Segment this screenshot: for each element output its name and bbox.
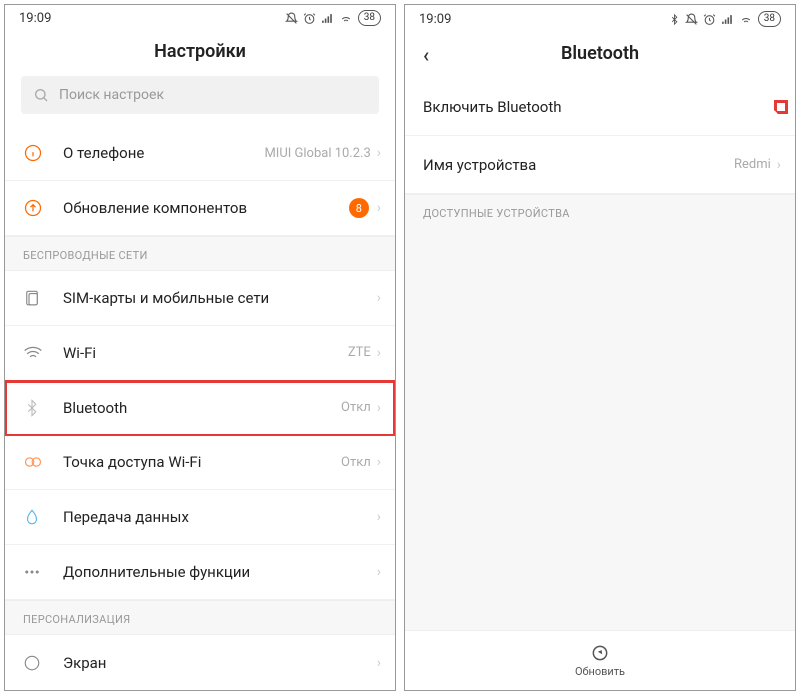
- row-value: ZTE: [348, 345, 371, 360]
- row-updates[interactable]: Обновление компонентов 8 ›: [5, 181, 395, 236]
- info-icon: [23, 143, 63, 163]
- row-enable-bluetooth[interactable]: Включить Bluetooth: [405, 78, 795, 136]
- search-input[interactable]: Поиск настроек: [21, 76, 379, 114]
- wifi-icon: [23, 343, 63, 363]
- row-label: О телефоне: [63, 144, 264, 162]
- chevron-right-icon: ›: [377, 200, 381, 216]
- refresh-label: Обновить: [575, 665, 625, 678]
- status-icons: 38: [285, 10, 381, 26]
- signal-icon: [321, 12, 334, 25]
- more-icon: [23, 563, 63, 581]
- hotspot-icon: [23, 452, 63, 472]
- refresh-icon: [590, 643, 610, 663]
- update-icon: [23, 198, 63, 218]
- wifi-icon: [339, 12, 353, 25]
- phone-bluetooth: 19:09 38 ‹ Bluetooth Включить Bluetooth: [404, 4, 796, 691]
- page-title: ‹ Bluetooth: [405, 33, 795, 78]
- chevron-right-icon: ›: [777, 157, 781, 173]
- row-label: Включить Bluetooth: [423, 98, 777, 116]
- row-bluetooth[interactable]: Bluetooth Откл ›: [5, 381, 395, 436]
- bell-off-icon: [285, 12, 298, 25]
- phone-settings: 19:09 38 Настройки Поиск настроек: [4, 4, 396, 691]
- bluetooth-icon: [669, 13, 680, 26]
- chevron-right-icon: ›: [377, 400, 381, 416]
- status-icons: 38: [669, 11, 781, 27]
- section-wireless: БЕСПРОВОДНЫЕ СЕТИ: [5, 236, 395, 271]
- refresh-button[interactable]: Обновить: [405, 630, 795, 690]
- battery-indicator: 38: [358, 10, 381, 26]
- chevron-right-icon: ›: [377, 509, 381, 525]
- battery-indicator: 38: [758, 11, 781, 27]
- page-title: Настройки: [5, 31, 395, 76]
- row-display[interactable]: Экран ›: [5, 635, 395, 690]
- row-label: Точка доступа Wi-Fi: [63, 453, 341, 471]
- bluetooth-icon: [23, 399, 63, 417]
- toggle-highlight: [777, 103, 785, 111]
- row-label: Обновление компонентов: [63, 199, 349, 217]
- row-more[interactable]: Дополнительные функции ›: [5, 545, 395, 600]
- alarm-icon: [703, 13, 716, 26]
- row-label: Передача данных: [63, 508, 377, 526]
- chevron-right-icon: ›: [377, 290, 381, 306]
- status-time: 19:09: [19, 11, 51, 26]
- available-devices-area: [405, 228, 795, 630]
- row-data-usage[interactable]: Передача данных ›: [5, 490, 395, 545]
- title-text: Bluetooth: [561, 43, 639, 64]
- back-button[interactable]: ‹: [423, 43, 429, 67]
- status-bar: 19:09 38: [5, 5, 395, 31]
- row-label: SIM-карты и мобильные сети: [63, 289, 377, 307]
- data-icon: [23, 508, 63, 526]
- row-label: Bluetooth: [63, 399, 341, 417]
- row-value: Redmi: [734, 157, 771, 172]
- status-time: 19:09: [419, 12, 451, 27]
- row-value: MIUI Global 10.2.3: [264, 146, 370, 161]
- chevron-right-icon: ›: [377, 145, 381, 161]
- row-device-name[interactable]: Имя устройства Redmi ›: [405, 136, 795, 194]
- row-label: Экран: [63, 654, 377, 672]
- chevron-right-icon: ›: [377, 345, 381, 361]
- row-hotspot[interactable]: Точка доступа Wi-Fi Откл ›: [5, 436, 395, 491]
- row-value: Откл: [341, 455, 371, 470]
- row-label: Имя устройства: [423, 156, 734, 174]
- wifi-icon: [739, 13, 753, 26]
- signal-icon: [721, 13, 734, 26]
- alarm-icon: [303, 12, 316, 25]
- bell-off-icon: [685, 13, 698, 26]
- row-label: Дополнительные функции: [63, 563, 377, 581]
- status-bar: 19:09 38: [405, 5, 795, 33]
- update-badge: 8: [349, 198, 369, 218]
- search-placeholder: Поиск настроек: [59, 87, 164, 103]
- section-available: ДОСТУПНЫЕ УСТРОЙСТВА: [405, 194, 795, 228]
- chevron-right-icon: ›: [377, 655, 381, 671]
- section-personalization: ПЕРСОНАЛИЗАЦИЯ: [5, 600, 395, 635]
- search-icon: [33, 87, 49, 103]
- row-sim[interactable]: SIM-карты и мобильные сети ›: [5, 271, 395, 326]
- sim-icon: [23, 289, 63, 307]
- chevron-right-icon: ›: [377, 564, 381, 580]
- display-icon: [23, 654, 63, 672]
- row-about-phone[interactable]: О телефоне MIUI Global 10.2.3 ›: [5, 126, 395, 181]
- row-value: Откл: [341, 400, 371, 415]
- chevron-right-icon: ›: [377, 454, 381, 470]
- row-wifi[interactable]: Wi-Fi ZTE ›: [5, 326, 395, 381]
- row-label: Wi-Fi: [63, 344, 348, 362]
